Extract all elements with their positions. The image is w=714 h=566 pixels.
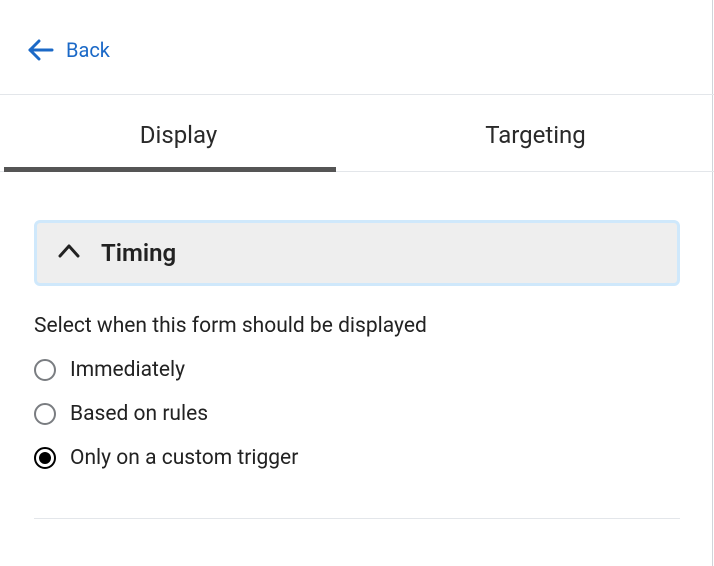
option-label: Only on a custom trigger (70, 446, 298, 470)
tab-targeting-label: Targeting (485, 121, 586, 149)
timing-title: Timing (101, 239, 176, 267)
section-divider (34, 518, 680, 519)
panel-right-border (712, 0, 713, 566)
back-button[interactable]: Back (0, 0, 110, 94)
tab-display[interactable]: Display (0, 95, 357, 171)
timing-section: Timing Select when this form should be d… (0, 172, 714, 519)
back-label: Back (66, 38, 110, 62)
option-label: Immediately (70, 358, 185, 382)
option-based-on-rules[interactable]: Based on rules (34, 402, 680, 426)
radio-icon (34, 403, 56, 425)
chevron-up-icon (57, 242, 81, 264)
timing-accordion-header[interactable]: Timing (34, 220, 680, 286)
option-immediately[interactable]: Immediately (34, 358, 680, 382)
timing-prompt: Select when this form should be displaye… (34, 314, 680, 338)
radio-icon-selected (34, 447, 56, 469)
radio-icon (34, 359, 56, 381)
tabs: Display Targeting (0, 94, 714, 172)
active-tab-underline (4, 167, 336, 172)
timing-options: Immediately Based on rules Only on a cus… (34, 358, 680, 470)
option-label: Based on rules (70, 402, 208, 426)
arrow-left-icon (28, 39, 54, 61)
option-custom-trigger[interactable]: Only on a custom trigger (34, 446, 680, 470)
tab-display-label: Display (140, 121, 218, 149)
tab-targeting[interactable]: Targeting (357, 95, 714, 171)
